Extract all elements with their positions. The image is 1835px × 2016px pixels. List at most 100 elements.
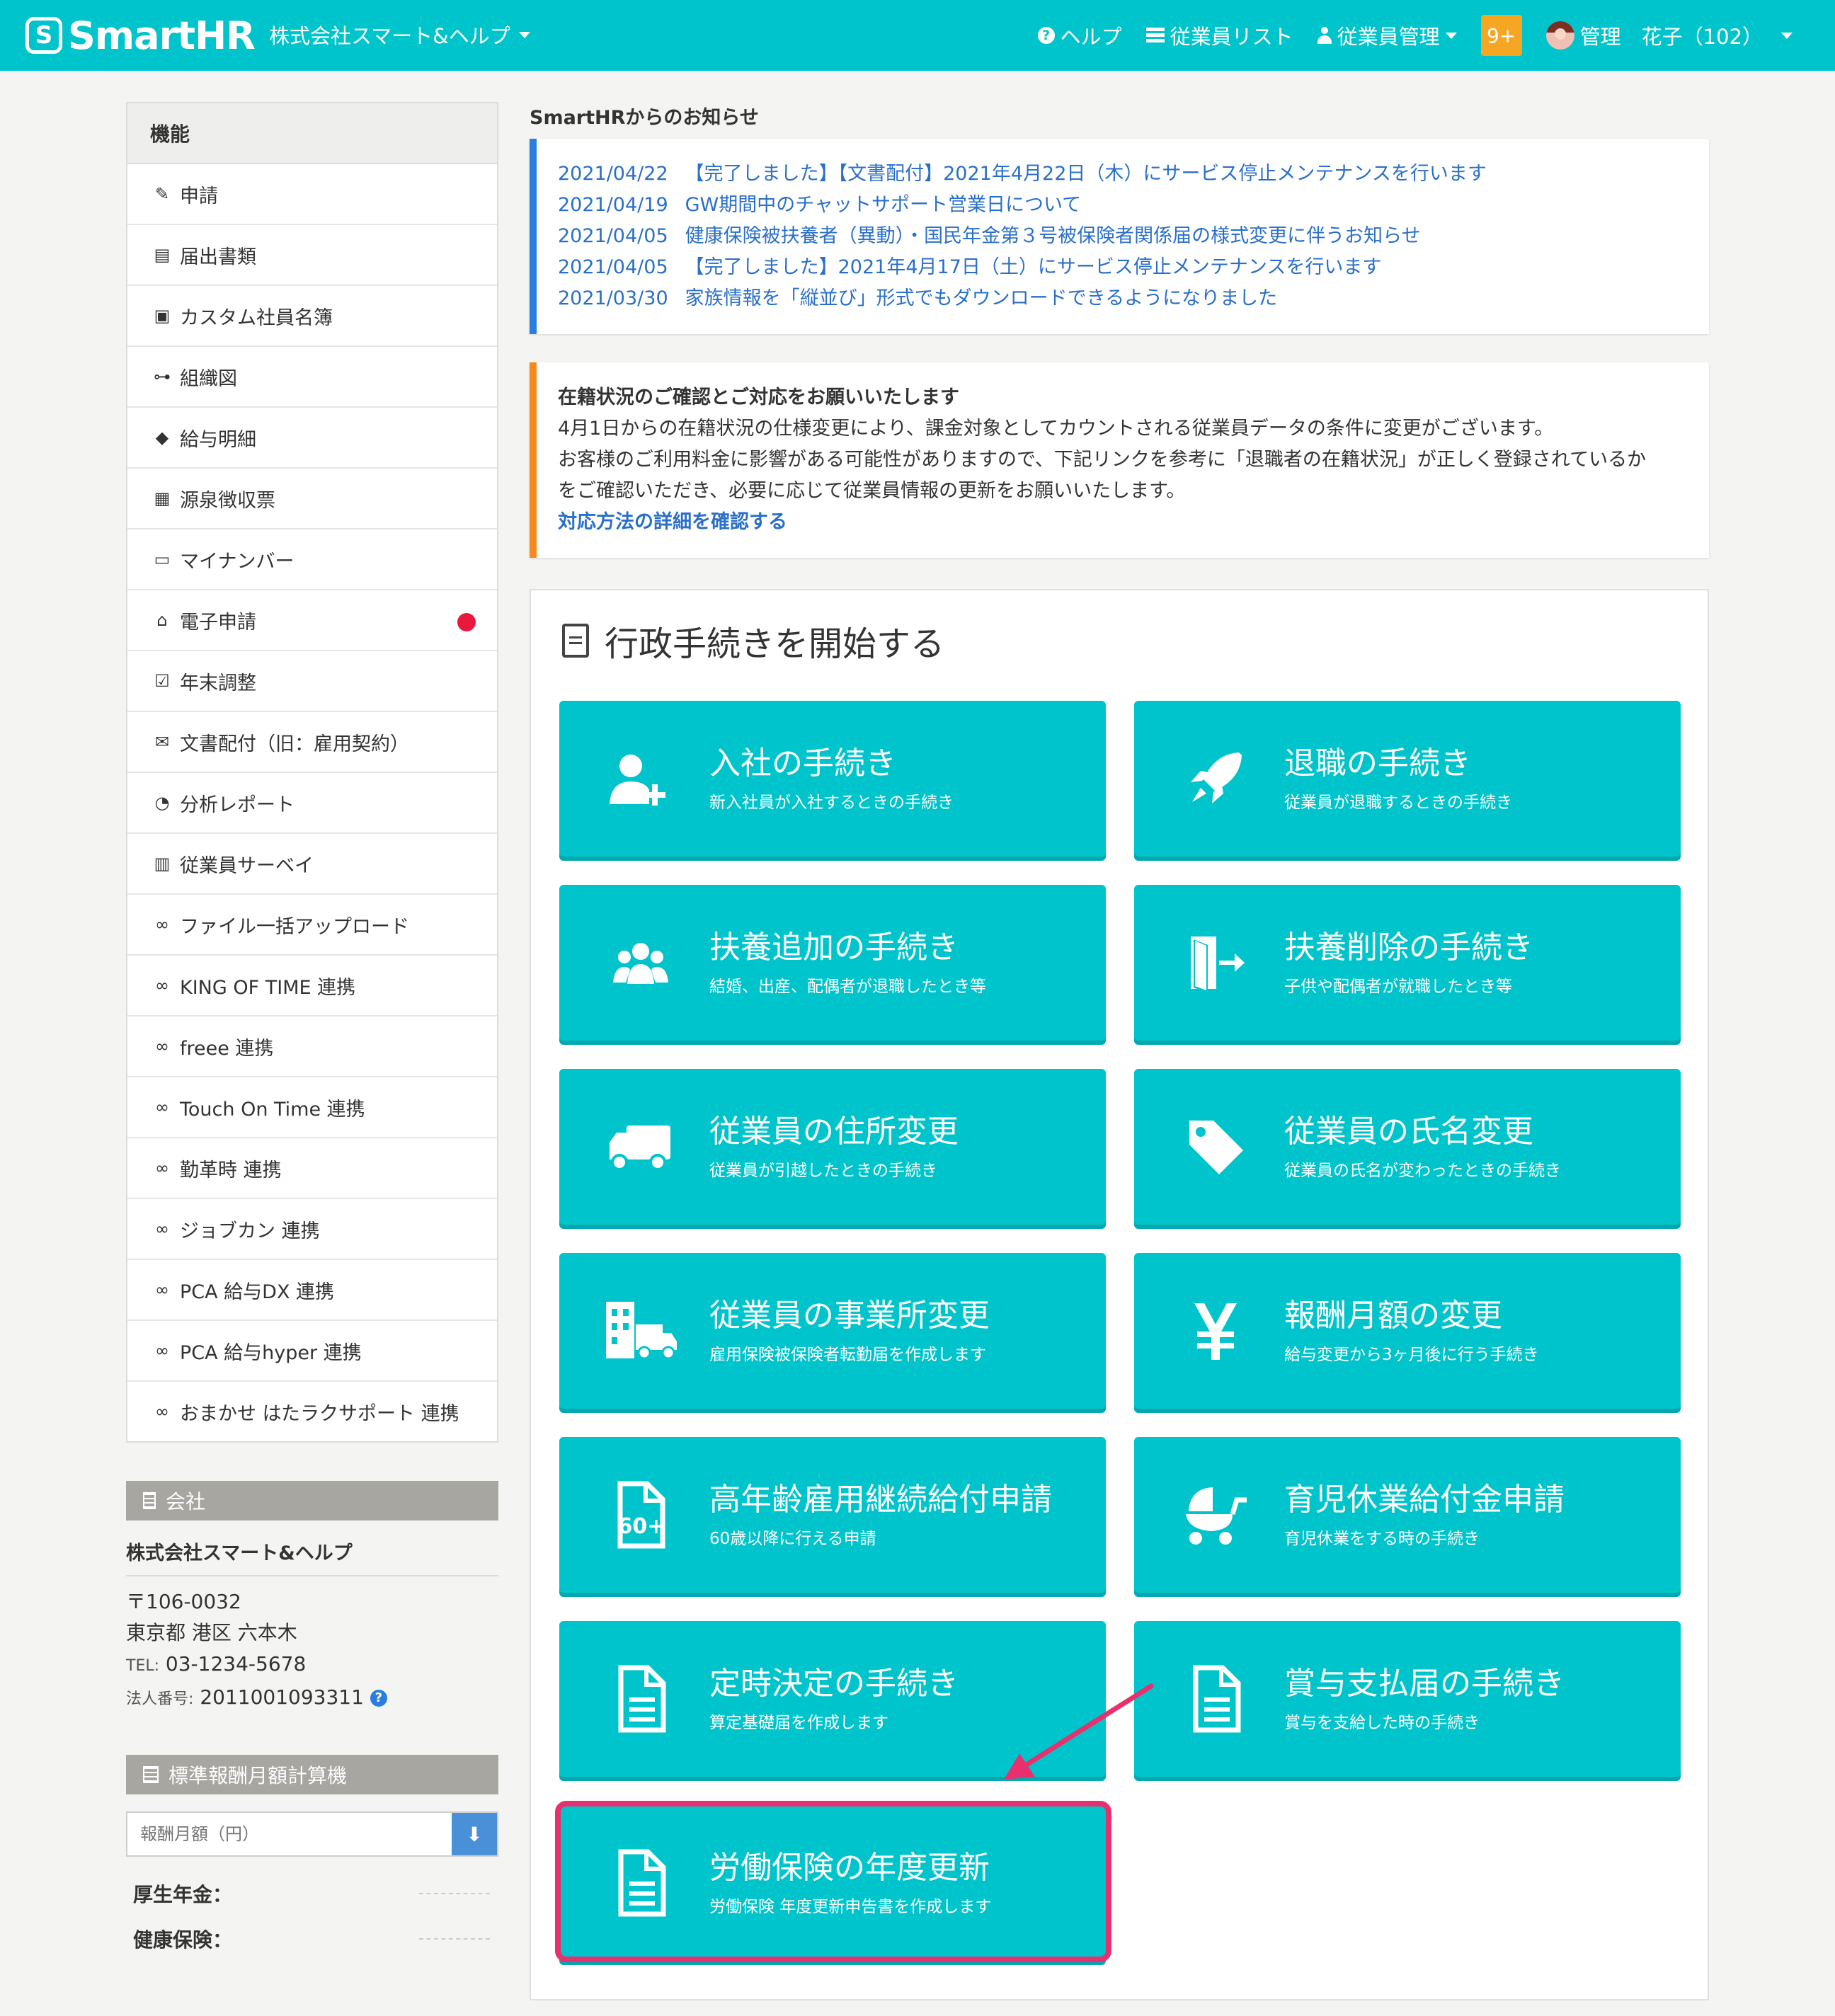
sidebar-item-label: PCA 給与hyper 連携 [180,1341,362,1364]
sidebar-item-label: KING OF TIME 連携 [180,976,356,999]
bank-icon: ⌂ [156,610,168,630]
notice-date: 2021/04/05 [558,256,668,278]
notices-box: 2021/04/22 【完了しました】【文書配付】2021年4月22日（木）にサー… [530,139,1709,334]
caret-down-icon [518,31,530,38]
alert-details-link[interactable]: 対応方法の詳細を確認する [558,507,1688,538]
company-section-label: 会社 [166,1490,206,1513]
link-icon: ∞ [155,1402,169,1421]
user-menu[interactable]: 管理 花子（102） [1545,21,1793,50]
sidebar-item[interactable]: ◆ 給与明細 [127,408,497,469]
sidebar-item[interactable]: ∞ KING OF TIME 連携 [127,956,497,1016]
sidebar-item[interactable]: ✉ 文書配付（旧：雇用契約） [127,712,497,773]
pension-row: 厚生年金： [126,1871,498,1916]
sidebar-item[interactable]: ∞ PCA 給与hyper 連携 [127,1321,497,1382]
health-label: 健康保険： [133,1928,233,1952]
top-header: S SmartHR 株式会社スマート&ヘルプ ? ヘルプ 従業員リスト 従業員管… [0,0,1835,71]
notification-badge[interactable]: 9+ [1480,15,1522,56]
sidebar-item-label: 勤革時 連携 [180,1159,282,1181]
link-icon: ∞ [155,1280,169,1300]
org-chart-icon: ⊶ [154,367,171,386]
alert-line-2: お客様のご利用料金に影響がある可能性がありますので、下記リンクを参考に「退職者の… [558,449,1647,471]
sidebar-item[interactable]: ∞ おまかせ はたラクサポート 連携 [127,1382,497,1441]
company-address: 〒106-0032 東京都 港区 六本木 TEL: 03-1234-5678 法… [126,1586,498,1715]
link-icon: ∞ [155,1341,169,1361]
id-badge-icon: ▣ [154,306,171,326]
clipboard-icon: ▥ [154,854,171,874]
sidebar-item[interactable]: ∞ ファイル一括アップロード [127,895,497,956]
health-value [419,1938,490,1940]
link-icon: ∞ [155,1219,169,1239]
sidebar-item[interactable]: ∞ 勤革時 連携 [127,1138,497,1199]
tel-row: TEL: 03-1234-5678 [126,1649,498,1682]
pie-chart-icon: ◔ [154,793,170,813]
sidebar-item[interactable]: ⌂ 電子申請 [127,590,497,651]
sidebar-item[interactable]: ▥ 従業員サーベイ [127,834,497,895]
sidebar-item[interactable]: ▦ 源泉徴収票 [127,469,497,529]
sidebar-item-label: PCA 給与DX 連携 [180,1281,335,1303]
company-name: 株式会社スマート&ヘルプ [126,1537,498,1576]
salary-input-group: ⬇ [126,1811,498,1857]
question-circle-icon[interactable]: ? [370,1690,387,1707]
tel-value: 03-1234-5678 [165,1652,307,1676]
sidebar-item[interactable]: ✎ 申請 [127,164,497,225]
smarthr-logo[interactable]: S SmartHR [25,13,256,58]
yen-gem-icon: ◆ [155,428,169,447]
sidebar-item[interactable]: ∞ ジョブカン 連携 [127,1199,497,1260]
sidebar-item[interactable]: ▣ カスタム社員名簿 [127,286,497,347]
sidebar-item-label: 組織図 [180,367,237,390]
company-switcher[interactable]: 株式会社スマート&ヘルプ [269,20,530,50]
status-dot [457,613,476,631]
building-icon [143,1492,156,1509]
sidebar-item[interactable]: ▤ 届出書類 [127,225,497,286]
sidebar-item-label: freee 連携 [180,1037,274,1060]
arrow-down-icon: ⬇ [466,1822,483,1846]
sidebar-item[interactable]: ∞ freee 連携 [127,1016,497,1077]
help-link[interactable]: ? ヘルプ [1037,21,1122,50]
pension-label: 厚生年金： [133,1883,233,1906]
calculator-section-label: 標準報酬月額計算機 [168,1764,348,1787]
notice-item[interactable]: 2021/04/05 健康保険被扶養者（異動）・国民年金第３号被保険者関係届の様式… [558,221,1688,252]
list-icon [1145,28,1165,43]
calculator-icon [143,1766,159,1783]
sidebar-item[interactable]: ∞ PCA 給与DX 連携 [127,1260,497,1321]
pension-value [419,1893,490,1894]
file-icon: ▤ [154,245,171,265]
notice-item[interactable]: 2021/03/30 家族情報を「縦並び」形式でもダウンロードできるようになりまし… [558,283,1688,314]
logo-mark: S [25,17,62,54]
sidebar-item-label: Touch On Time 連携 [180,1098,365,1121]
sidebar-item[interactable]: ∞ Touch On Time 連携 [127,1077,497,1138]
calculator-icon: ▦ [154,488,171,508]
main-content: SmartHRからのお知らせ 2021/04/22 【完了しました】【文書配付】2… [530,102,1709,2000]
corp-number-row: 法人番号: 2011001093311 ? [126,1682,498,1715]
sidebar-item-label: 届出書類 [180,246,256,268]
user-name: 管理 花子（102） [1579,25,1763,49]
id-card-icon: ▭ [154,549,171,569]
sidebar-item[interactable]: ▭ マイナンバー [127,529,497,590]
sidebar-item-label: 申請 [180,185,218,207]
alert-box: 在籍状況のご確認とご対応をお願いいたします 4月1日からの在籍状況の仕様変更によ… [530,362,1709,558]
monthly-salary-input[interactable] [127,1813,452,1855]
notice-date: 2021/04/05 [558,225,668,247]
sidebar-item[interactable]: ⊶ 組織図 [127,347,497,408]
calculator-section-heading: 標準報酬月額計算機 [126,1755,498,1794]
annotation-arrow [1004,1683,1154,1780]
sidebar-item[interactable]: ☑ 年末調整 [127,651,497,712]
employee-manage-menu[interactable]: 従業員管理 [1317,21,1457,50]
calculate-button[interactable]: ⬇ [452,1813,497,1855]
employee-list-link[interactable]: 従業員リスト [1145,21,1293,50]
notice-date: 2021/04/19 [558,194,668,216]
link-icon: ∞ [155,1158,169,1178]
notice-text: GW期間中のチャットサポート営業日について [685,194,1082,216]
notice-item[interactable]: 2021/04/19 GW期間中のチャットサポート営業日について [558,190,1688,221]
notices-title: SmartHRからのお知らせ [530,107,759,129]
sidebar: 機能 ✎ 申請 ▤ 届出書類 ▣ カスタム社員名簿 ⊶ 組織図 ◆ 給与明細 ▦ 源泉徴収票 ▭ マイナン… [126,102,498,1961]
tel-label: TEL: [126,1657,160,1675]
question-circle-icon: ? [1037,27,1055,44]
notice-item[interactable]: 2021/04/05 【完了しました】2021年4月17日（土）にサービス停止メン… [558,252,1688,283]
sidebar-item[interactable]: ◔ 分析レポート [127,773,497,834]
link-icon: ∞ [155,1036,169,1056]
logo-text: SmartHR [68,13,256,58]
sidebar-item-label: 従業員サーベイ [180,854,314,877]
notice-item[interactable]: 2021/04/22 【完了しました】【文書配付】2021年4月22日（木）にサー… [558,159,1688,190]
link-icon: ∞ [155,915,169,934]
